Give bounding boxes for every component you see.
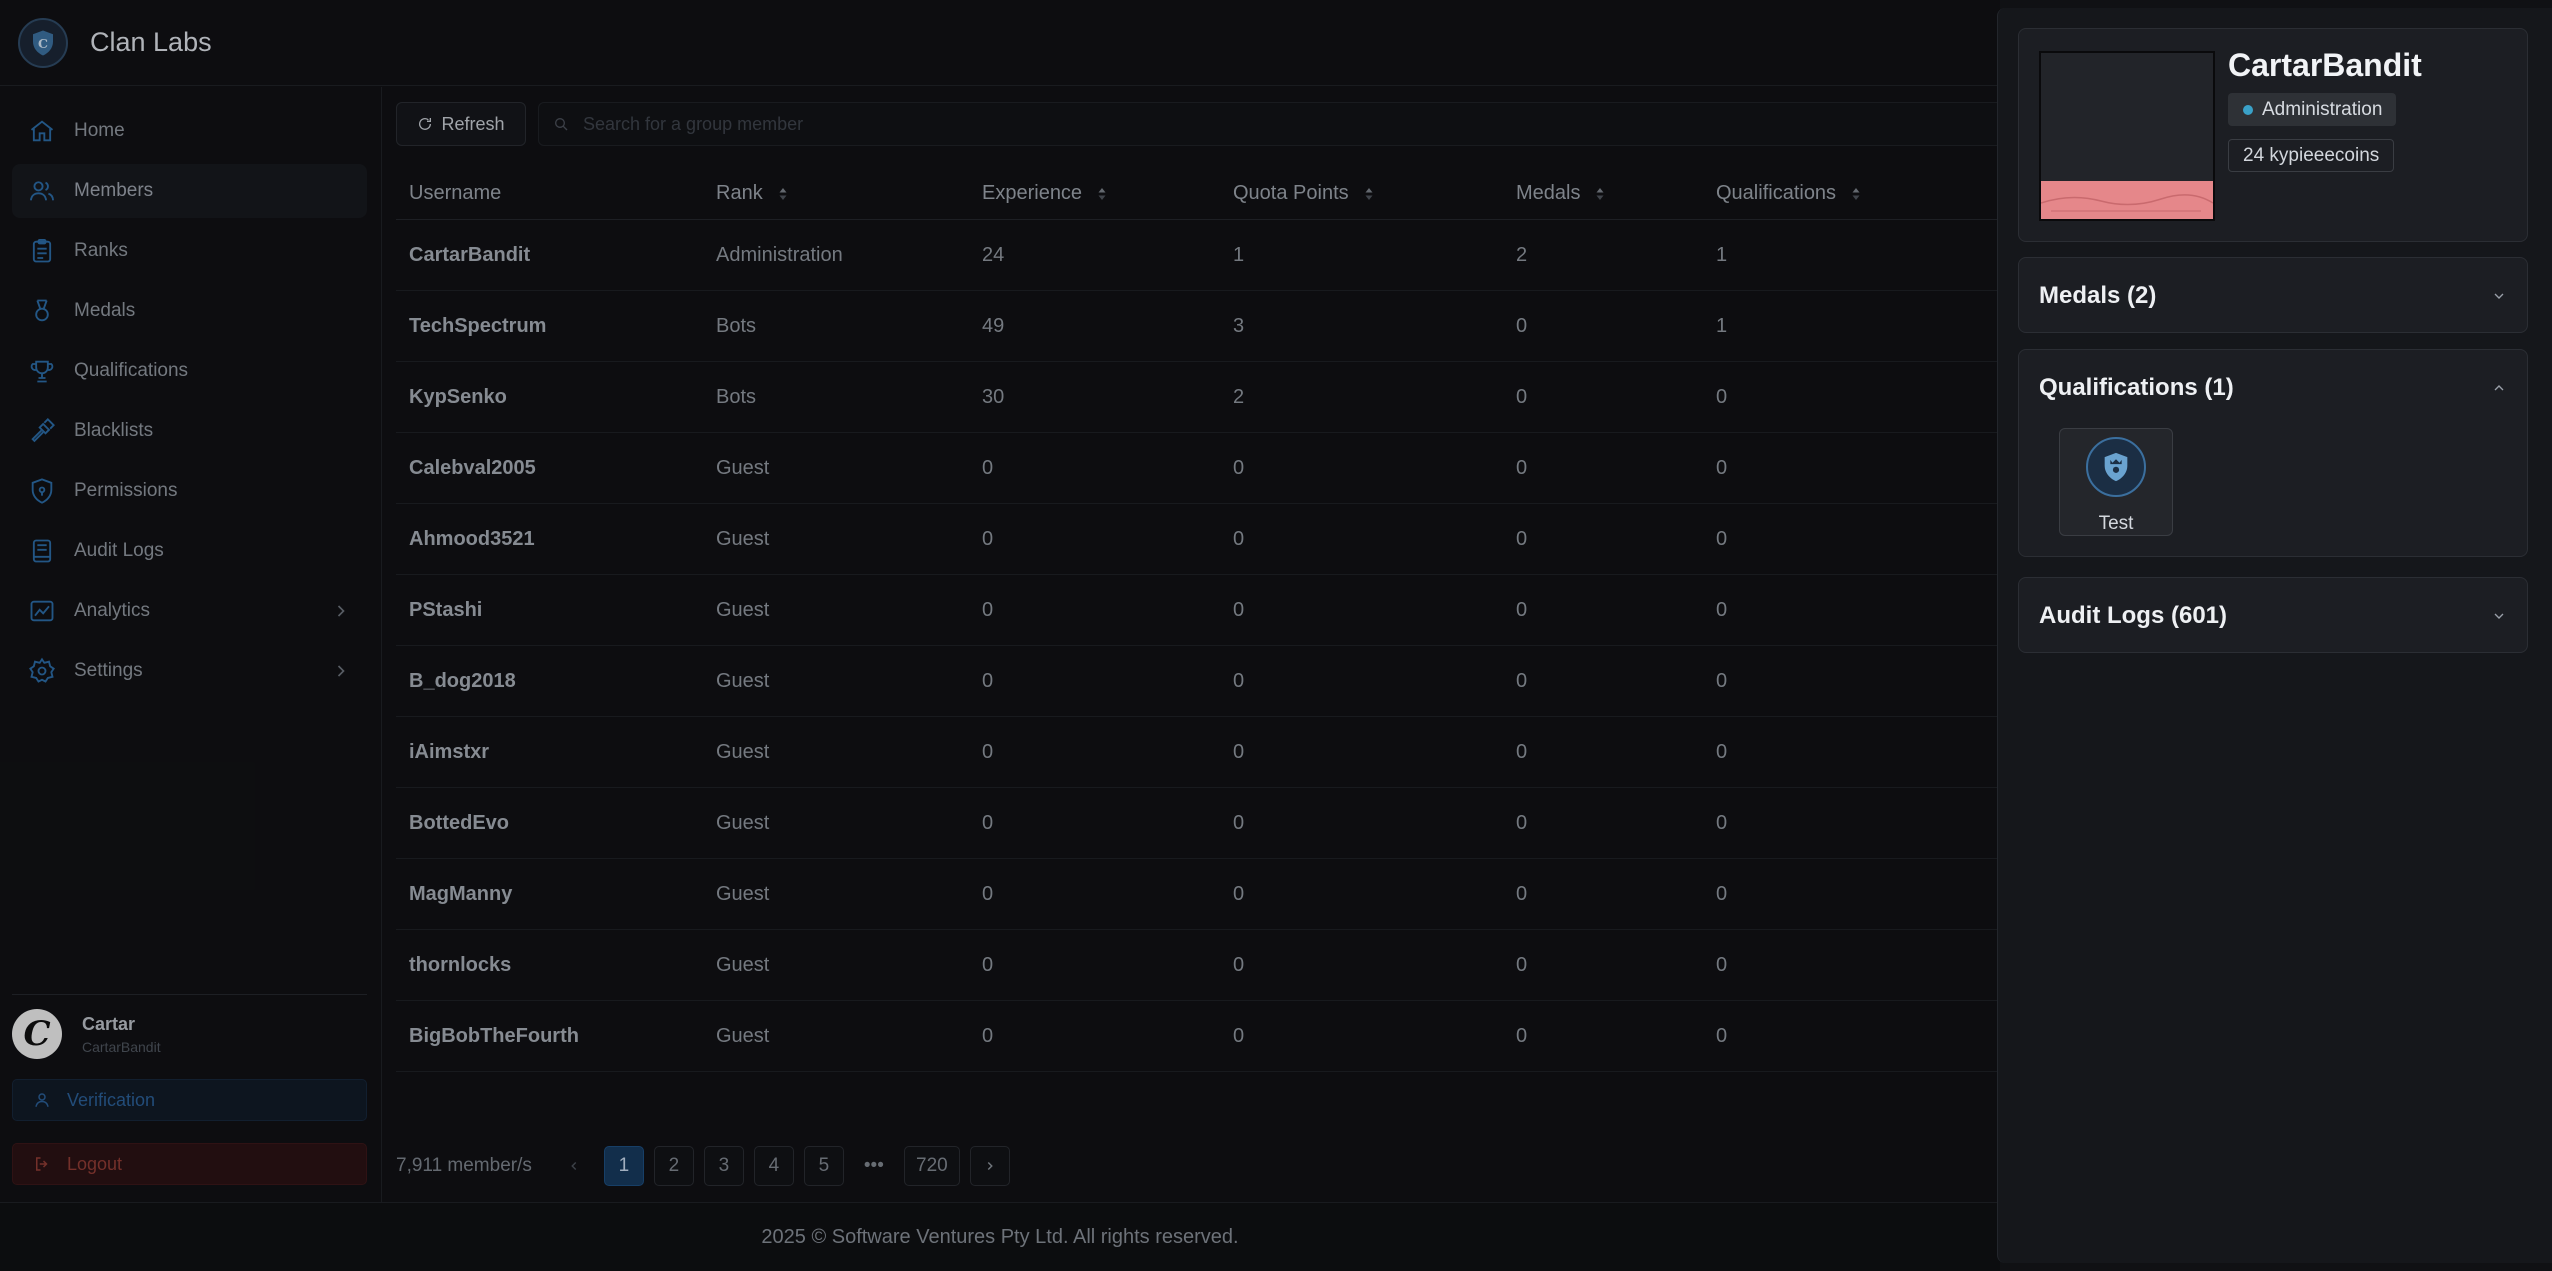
role-label: Administration: [2262, 98, 2383, 120]
drawer-backdrop[interactable]: [0, 0, 2000, 1271]
qualifications-section: Qualifications (1) Test: [2018, 349, 2528, 557]
chevron-down-icon: [2494, 613, 2504, 619]
audit-logs-section-title: Audit Logs (601): [2039, 602, 2228, 629]
audit-logs-section[interactable]: Audit Logs (601): [2018, 577, 2528, 653]
qualifications-section-title[interactable]: Qualifications (1): [2039, 374, 2234, 402]
role-badge: Administration: [2228, 93, 2397, 126]
coins-badge: 24 kypieeecoins: [2228, 139, 2395, 172]
member-profile-card: CartarBandit Administration 24 kypieeeco…: [2018, 28, 2528, 242]
shield-badge-icon: [2086, 437, 2146, 497]
chevron-down-icon: [2494, 293, 2504, 299]
role-dot: [2243, 105, 2253, 115]
member-avatar: [2039, 51, 2215, 221]
avatar-image: [2041, 181, 2213, 219]
member-detail-drawer: CartarBandit Administration 24 kypieeeco…: [1997, 8, 2552, 1263]
medals-section-title: Medals (2): [2039, 282, 2157, 309]
medals-section[interactable]: Medals (2): [2018, 257, 2528, 333]
qualification-label: Test: [2098, 513, 2134, 534]
chevron-up-icon[interactable]: [2491, 380, 2507, 396]
member-name: CartarBandit: [2228, 47, 2422, 83]
app-root: C Clan Labs Home Members Ranks Medals Qu…: [0, 0, 2552, 1271]
qualification-card[interactable]: Test: [2059, 428, 2173, 536]
